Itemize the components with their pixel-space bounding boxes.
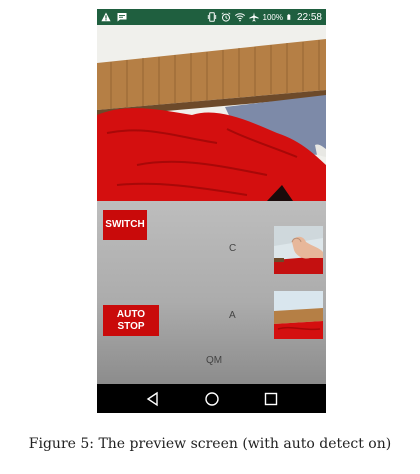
auto-stop-button[interactable]: AUTO STOP	[103, 305, 159, 336]
gesture-thumbnail-c	[274, 226, 323, 274]
status-bar: 100% 22:58	[97, 9, 326, 25]
home-icon[interactable]	[204, 391, 220, 407]
recent-apps-icon[interactable]	[263, 391, 279, 407]
message-icon	[117, 13, 127, 22]
status-right: 100% 22:58	[207, 9, 322, 25]
back-icon[interactable]	[145, 391, 161, 407]
camera-feed-image	[97, 25, 326, 201]
status-left	[101, 9, 127, 25]
hand-gesture-image	[274, 226, 323, 274]
battery-icon	[287, 14, 291, 20]
wifi-icon	[234, 13, 245, 22]
navigation-bar	[97, 384, 326, 413]
switch-button[interactable]: SWITCH	[103, 210, 147, 240]
camera-preview[interactable]	[97, 25, 326, 201]
figure-caption: Figure 5: The preview screen (with auto …	[28, 436, 392, 452]
gesture-thumbnail-a	[274, 291, 323, 339]
vibrate-icon	[207, 12, 216, 22]
gesture-label-qm: QM	[206, 355, 223, 366]
gesture-label-a: A	[229, 310, 236, 321]
phone-screen: 100% 22:58 SWITCH AUTO STOP C A QM	[97, 9, 326, 413]
warning-icon	[101, 12, 111, 22]
gesture-label-c: C	[229, 243, 237, 254]
clock: 22:58	[296, 11, 322, 23]
alarm-icon	[221, 12, 230, 22]
airplane-icon	[248, 12, 259, 22]
battery-percent: 100%	[262, 12, 283, 22]
scene-image	[274, 291, 323, 339]
auto-stop-label-line2: STOP	[117, 320, 145, 332]
controls-panel: SWITCH AUTO STOP C A QM	[97, 201, 326, 384]
auto-stop-label-line1: AUTO	[116, 308, 146, 320]
